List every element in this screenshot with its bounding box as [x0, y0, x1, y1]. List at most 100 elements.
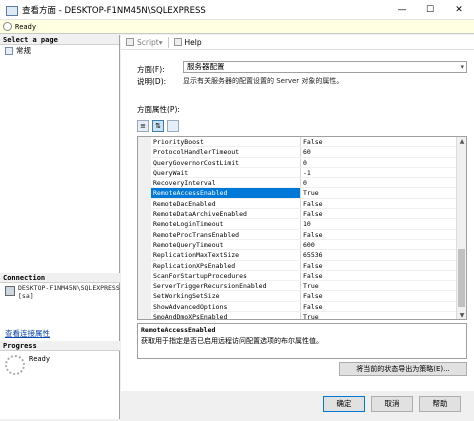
property-row[interactable]: RemoteDacEnabled False — [151, 198, 457, 210]
selected-property-description: 获取用于指定是否已启用远程访问配置选项的布尔属性值。 — [141, 337, 323, 345]
property-row[interactable]: RemoteQueryTimeout 600 — [151, 239, 457, 251]
server-name: DESKTOP-F1NM45N\SQLEXPRESS [sa] — [18, 284, 120, 324]
property-value[interactable]: 0 — [301, 158, 457, 167]
cancel-button[interactable]: 取消 — [371, 396, 413, 412]
property-row[interactable]: ReplicationXPsEnabled False — [151, 260, 457, 271]
property-value[interactable]: 60 — [301, 147, 457, 156]
property-value[interactable]: True — [301, 312, 457, 319]
status-strip: Ready — [0, 20, 474, 34]
toolbar: Script ▾ Help — [121, 35, 474, 50]
property-value[interactable]: 600 — [301, 240, 457, 249]
categorized-view-button[interactable]: ≡ — [137, 120, 149, 132]
property-row[interactable]: ServerTriggerRecursionEnabled True — [151, 281, 457, 292]
property-row[interactable]: RemoteDataArchiveEnabled False — [151, 209, 457, 220]
help-icon — [173, 38, 182, 46]
script-button[interactable]: Script ▾ — [126, 38, 163, 47]
property-row[interactable]: ReplicationMaxTextSize 65536 — [151, 250, 457, 261]
property-name: PriorityBoost — [151, 137, 301, 147]
property-rows: PriorityBoost False ProtocolHandlerTimeout… — [151, 137, 457, 319]
view-connection-properties-link[interactable]: 查看连接属性 — [5, 328, 50, 339]
sidebar-item-label: 常规 — [16, 46, 31, 55]
property-name: ReplicationMaxTextSize — [151, 250, 301, 260]
close-button[interactable]: ✕ — [444, 0, 474, 20]
property-name: RecoveryInterval — [151, 178, 301, 188]
property-name: RemoteDataArchiveEnabled — [151, 209, 301, 219]
property-value[interactable]: False — [301, 261, 457, 270]
dropdown-arrow-icon: ▾ — [158, 37, 163, 47]
property-row[interactable]: QueryGovernorCostLimit 0 — [151, 157, 457, 168]
script-label: Script — [137, 37, 159, 47]
window-controls: — ☐ ✕ — [388, 0, 474, 20]
status-icon — [3, 22, 12, 31]
property-row[interactable]: RecoveryInterval 0 — [151, 178, 457, 189]
property-value[interactable]: False — [301, 271, 457, 280]
property-name: ProtocolHandlerTimeout — [151, 147, 301, 157]
properties-label: 方面属性(P): — [137, 105, 180, 114]
property-value[interactable]: True — [301, 281, 457, 290]
scroll-thumb[interactable] — [458, 249, 465, 307]
scroll-up-icon[interactable]: ▲ — [457, 137, 466, 147]
property-row[interactable]: SmoAndDmoXPsEnabled True — [151, 312, 457, 319]
facet-label: 方面(F): — [137, 65, 165, 74]
property-grid-toolbar: ≡ ⇅ — [137, 120, 182, 132]
property-value[interactable]: True — [301, 188, 457, 197]
property-value[interactable]: 10 — [301, 219, 457, 228]
property-row[interactable]: PriorityBoost False — [151, 137, 457, 148]
scroll-down-icon[interactable]: ▼ — [457, 311, 466, 319]
property-pages-button[interactable] — [167, 120, 179, 132]
title-bar: 查看方面 - DESKTOP-F1NM45N\SQLEXPRESS — ☐ ✕ — [0, 0, 474, 20]
property-value[interactable]: False — [301, 209, 457, 218]
maximize-button[interactable]: ☐ — [416, 0, 444, 20]
page-icon — [5, 46, 13, 55]
property-value[interactable]: False — [301, 137, 457, 146]
property-row[interactable]: RemoteLoginTimeout 10 — [151, 219, 457, 230]
property-name: RemoteQueryTimeout — [151, 239, 301, 250]
property-value[interactable]: False — [301, 199, 457, 208]
login-line: [sa] — [18, 292, 34, 300]
minimize-button[interactable]: — — [388, 0, 416, 20]
progress-status: Ready — [29, 355, 51, 363]
property-description-panel: RemoteAccessEnabled 获取用于指定是否已启用远程访问配置选项的… — [137, 323, 467, 359]
property-value[interactable]: 65536 — [301, 250, 457, 259]
progress-spinner-icon — [5, 355, 25, 375]
property-name: RemoteAccessEnabled — [151, 188, 301, 198]
property-value[interactable]: 0 — [301, 178, 457, 187]
script-icon — [126, 38, 134, 46]
ok-button[interactable]: 确定 — [323, 396, 365, 412]
facet-select[interactable]: 服务器配置 ▾ — [183, 61, 467, 73]
property-row[interactable]: RemoteProcTransEnabled False — [151, 229, 457, 240]
export-policy-button[interactable]: 将当前的状态导出为策略(E)... — [339, 362, 467, 376]
property-value[interactable]: -1 — [301, 168, 457, 177]
connection-header: Connection — [0, 273, 120, 283]
property-name: QueryWait — [151, 167, 301, 178]
description-text: 显示有关服务器的配置设置的 Server 对象的属性。 — [183, 77, 344, 85]
sidebar-item-general[interactable]: 常规 — [0, 45, 119, 56]
server-icon — [5, 286, 15, 296]
property-name: ShowAdvancedOptions — [151, 301, 301, 312]
property-value[interactable]: False — [301, 302, 457, 311]
property-value[interactable]: False — [301, 291, 457, 300]
property-row[interactable]: SetWorkingSetSize False — [151, 291, 457, 302]
connection-info: DESKTOP-F1NM45N\SQLEXPRESS [sa] — [0, 284, 120, 324]
property-name: QueryGovernorCostLimit — [151, 157, 301, 167]
help-label: Help — [184, 37, 202, 47]
toolbar-divider — [167, 36, 169, 48]
selected-property-name: RemoteAccessEnabled — [141, 326, 216, 334]
alphabetical-sort-button[interactable]: ⇅ — [152, 120, 164, 132]
property-name: ServerTriggerRecursionEnabled — [151, 281, 301, 291]
left-pane: Select a page 常规 Connection DESKTOP-F1NM… — [0, 35, 120, 419]
property-row[interactable]: ProtocolHandlerTimeout 60 — [151, 147, 457, 158]
progress-header: Progress — [0, 341, 120, 351]
property-row[interactable]: ShowAdvancedOptions False — [151, 301, 457, 313]
help-button[interactable]: Help — [173, 37, 202, 47]
grid-scrollbar[interactable]: ▲ ▼ — [456, 137, 466, 319]
property-name: RemoteProcTransEnabled — [151, 229, 301, 239]
property-row[interactable]: RemoteAccessEnabled True — [151, 188, 457, 199]
property-name: RemoteLoginTimeout — [151, 219, 301, 229]
description-label: 说明(D): — [137, 77, 167, 86]
chevron-down-icon: ▾ — [460, 63, 464, 71]
property-row[interactable]: QueryWait -1 — [151, 167, 457, 179]
help-dialog-button[interactable]: 帮助 — [419, 396, 461, 412]
property-row[interactable]: ScanForStartupProcedures False — [151, 270, 457, 282]
property-value[interactable]: False — [301, 230, 457, 239]
